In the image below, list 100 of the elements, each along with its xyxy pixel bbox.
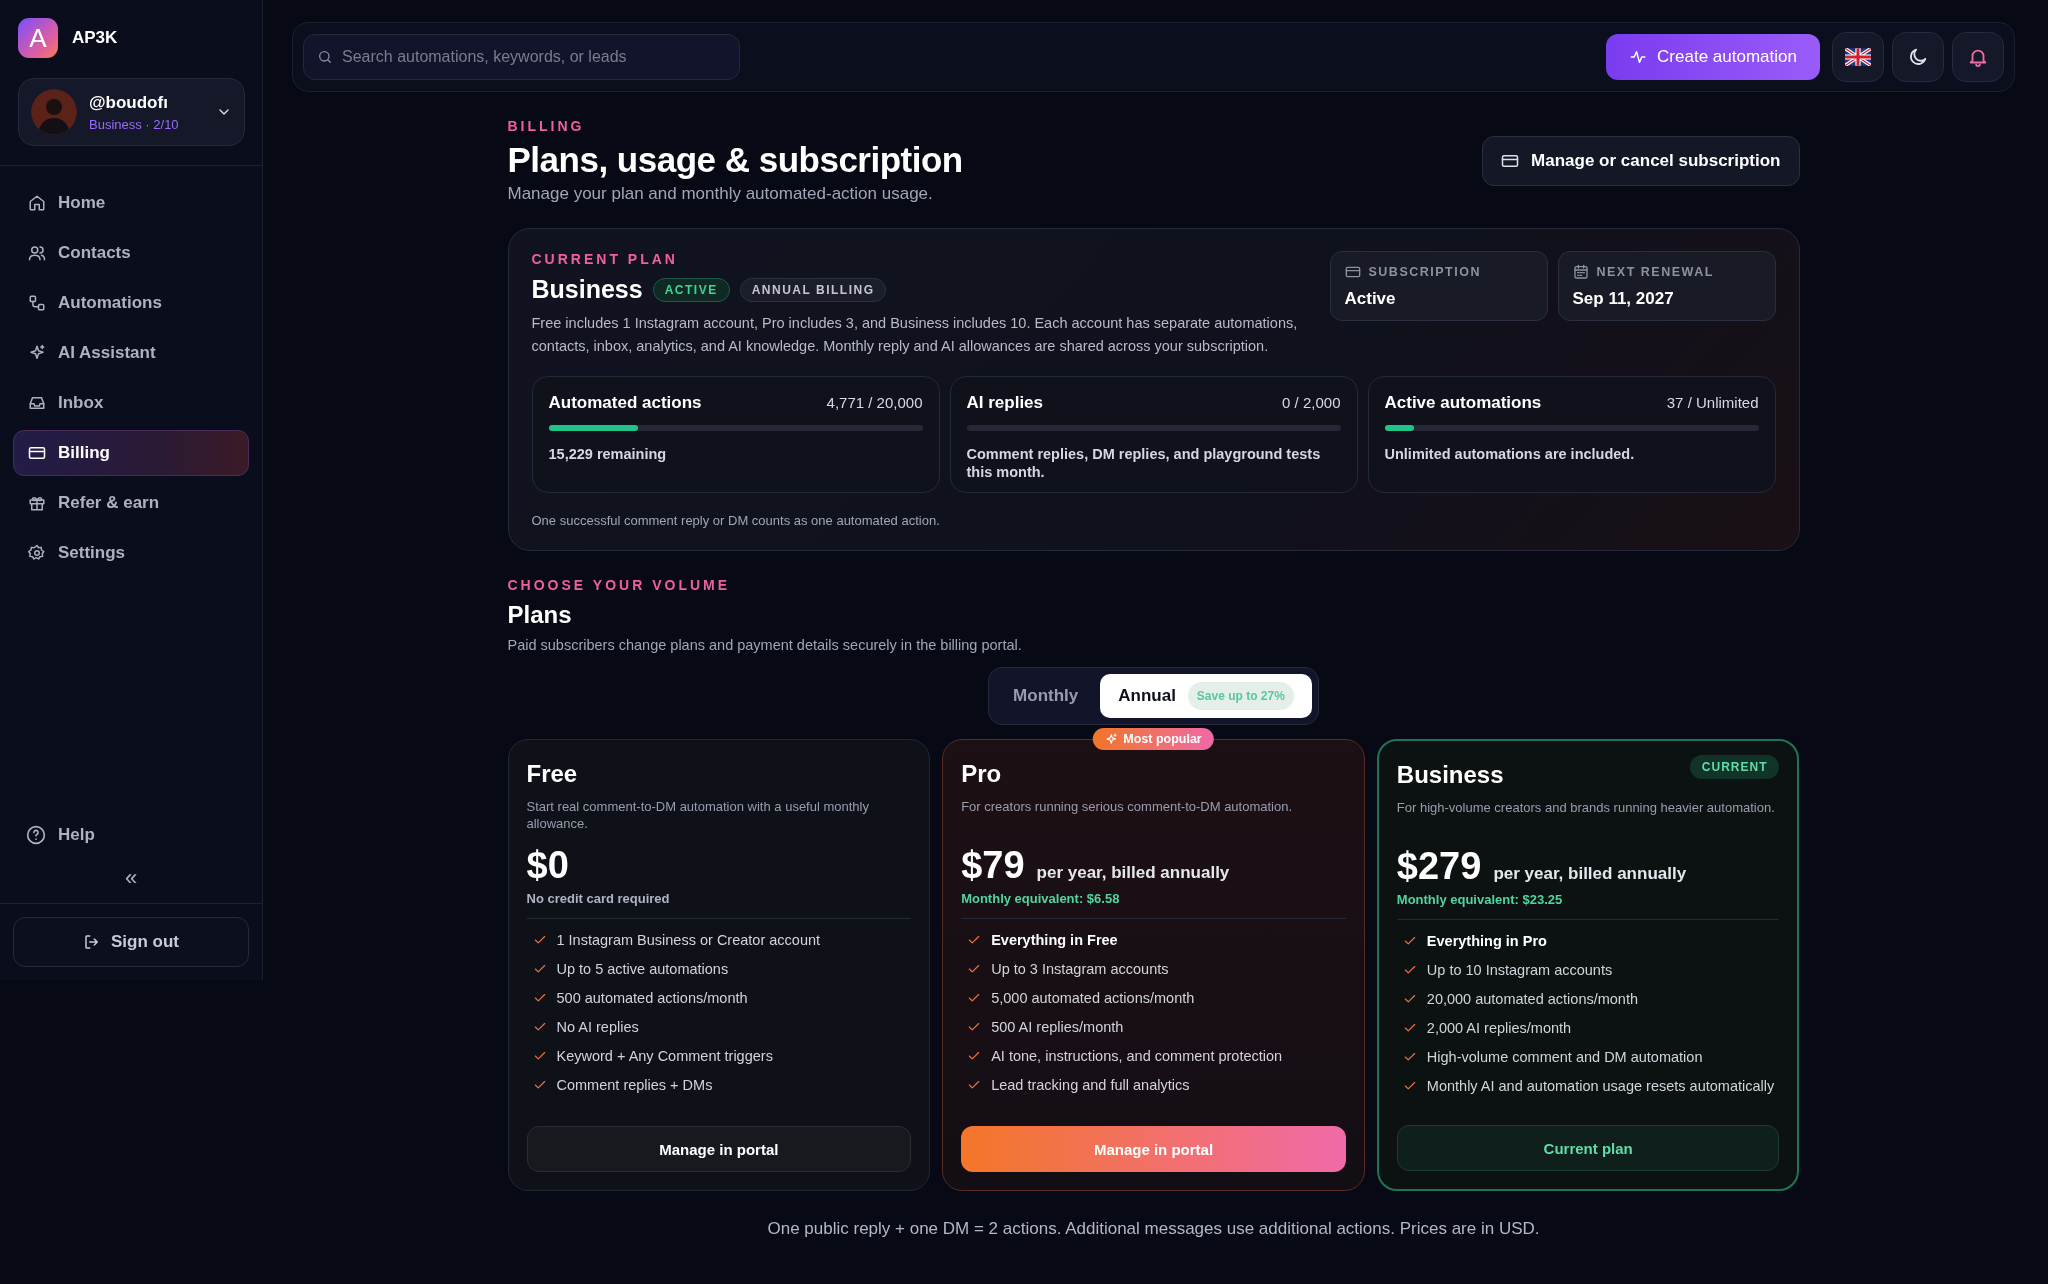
usage-reading: 4,771 / 20,000	[826, 394, 923, 411]
plan-description: For creators running serious comment-to-DM automation.	[961, 798, 1294, 816]
feature-text: Comment replies + DMs	[556, 1077, 713, 1093]
feature-text: 2,000 AI replies/month	[1426, 1020, 1572, 1036]
search-field[interactable]: Search automations, keywords, or leads	[303, 34, 740, 80]
feature-text: 500 AI replies/month	[991, 1019, 1124, 1035]
feature-text: Lead tracking and full analytics	[991, 1077, 1190, 1093]
inbox-icon	[28, 394, 46, 412]
feature-text: Up to 10 Instagram accounts	[1426, 962, 1613, 978]
plan-name: Business	[531, 275, 643, 304]
status-badge: ACTIVE	[652, 277, 730, 302]
feature-text: High-volume comment and DM automation	[1426, 1049, 1703, 1065]
brand-name: AP3K	[72, 28, 118, 48]
check-icon	[967, 991, 982, 1005]
check-icon	[967, 1020, 982, 1034]
flag-icon	[1845, 48, 1871, 66]
check-icon	[967, 1078, 982, 1092]
people-icon	[28, 244, 46, 262]
price-note: No credit card required	[526, 891, 671, 906]
check-icon	[532, 1078, 547, 1092]
nav-item[interactable]: Inbox	[13, 380, 249, 426]
discount-badge: Save up to 27%	[1187, 682, 1294, 710]
app-logo[interactable]: A	[18, 18, 58, 58]
collapse-button[interactable]: «	[118, 865, 144, 891]
check-icon	[532, 933, 547, 947]
check-icon	[967, 933, 982, 947]
plan-description: Start real comment-to-DM automation with a useful monthly allowance.	[526, 798, 870, 832]
billing-option[interactable]: Annual Save up to 27%	[1100, 674, 1312, 718]
language-button[interactable]	[1832, 32, 1884, 82]
account-switcher[interactable]: @boudofı Business · 2/10	[18, 78, 245, 146]
create-automation-button[interactable]: Create automation	[1606, 34, 1820, 80]
page-title: Plans, usage & subscription	[507, 140, 963, 180]
plan-price: $79	[961, 844, 1025, 887]
feature-text: 5,000 automated actions/month	[991, 990, 1195, 1006]
section-eyebrow: CHOOSE YOUR VOLUME	[507, 577, 732, 593]
check-icon	[1402, 992, 1417, 1006]
current-badge: CURRENT	[1689, 755, 1780, 779]
usage-note: Unlimited automations are included.	[1384, 445, 1636, 463]
check-icon	[532, 1020, 547, 1034]
sign-out-button[interactable]: Sign out	[13, 917, 249, 967]
help-icon	[26, 825, 46, 845]
check-icon	[532, 991, 547, 1005]
help-link[interactable]: Help	[0, 815, 262, 855]
plan-button[interactable]: Current plan	[1396, 1125, 1780, 1171]
settings-icon	[28, 544, 46, 562]
feature-text: Everything in Pro	[1426, 933, 1547, 949]
credit-card-icon	[28, 444, 46, 462]
usage-title: AI replies	[966, 393, 1044, 413]
calendar-icon	[1572, 264, 1589, 280]
section-eyebrow: BILLING	[507, 118, 586, 134]
feature-text: 20,000 automated actions/month	[1426, 991, 1639, 1007]
home-icon	[28, 194, 46, 212]
usage-reading: 37 / Unlimited	[1666, 394, 1759, 411]
usage-reading: 0 / 2,000	[1282, 394, 1341, 411]
info-value: Active	[1344, 289, 1397, 309]
nav-item[interactable]: Billing	[13, 430, 249, 476]
check-icon	[1402, 963, 1417, 977]
gift-icon	[28, 494, 46, 512]
plan-name: Pro	[961, 760, 1002, 788]
feature-text: Monthly AI and automation usage resets automatically	[1426, 1078, 1775, 1094]
moon-icon	[1907, 46, 1929, 68]
feature-text: Everything in Free	[991, 932, 1118, 948]
feature-text: Up to 5 active automations	[556, 961, 729, 977]
nav-item[interactable]: Contacts	[13, 230, 249, 276]
usage-note: 15,229 remaining	[548, 445, 668, 463]
avatar	[31, 89, 77, 135]
sparkle-icon	[1105, 732, 1119, 746]
nav-item[interactable]: Home	[13, 180, 249, 226]
check-icon	[1402, 1021, 1417, 1035]
manage-subscription-button[interactable]: Manage or cancel subscription	[1482, 136, 1800, 186]
info-label: SUBSCRIPTION	[1368, 265, 1481, 279]
footnote: One successful comment reply or DM counts as one automated action.	[531, 513, 941, 528]
billing-option[interactable]: Monthly	[995, 674, 1097, 718]
section-subtitle: Paid subscribers change plans and payment details securely in the billing portal.	[507, 637, 1023, 653]
nav-item[interactable]: Automations	[13, 280, 249, 326]
feature-text: No AI replies	[556, 1019, 639, 1035]
info-value: Sep 11, 2027	[1572, 289, 1675, 309]
notifications-button[interactable]	[1952, 32, 2004, 82]
feature-text: AI tone, instructions, and comment protection	[991, 1048, 1283, 1064]
section-title: Plans	[507, 601, 573, 629]
check-icon	[1402, 934, 1417, 948]
status-badge: ANNUAL BILLING	[739, 277, 887, 302]
plan-price: $279	[1396, 845, 1482, 888]
plan-label: Business · 2/10	[89, 116, 179, 132]
plan-button[interactable]: Manage in portal	[526, 1126, 912, 1172]
search-icon	[317, 49, 333, 65]
check-icon	[1402, 1050, 1417, 1064]
monthly-equivalent: Monthly equivalent: $6.58	[961, 891, 1121, 906]
plan-description: Free includes 1 Instagram account, Pro includes 3, and Business includes 10. Each account has separate automations, contacts, inbox, analytics, and AI knowledge. Monthly reply and AI allowances are shared across your subscription.	[531, 314, 1299, 356]
nav-item[interactable]: AI Assistant	[13, 330, 249, 376]
nav-item[interactable]: Settings	[13, 530, 249, 576]
nav-item[interactable]: Refer & earn	[13, 480, 249, 526]
monthly-equivalent: Monthly equivalent: $23.25	[1396, 892, 1564, 907]
billing-period: per year, billed annually	[1036, 863, 1230, 883]
feature-text: Keyword + Any Comment triggers	[556, 1048, 773, 1064]
username: @boudofı	[89, 92, 168, 113]
check-icon	[967, 962, 982, 976]
badge-label: Most popular	[1123, 732, 1202, 746]
page-subtitle: Manage your plan and monthly automated-action usage.	[507, 184, 934, 204]
theme-toggle-button[interactable]	[1892, 32, 1944, 82]
